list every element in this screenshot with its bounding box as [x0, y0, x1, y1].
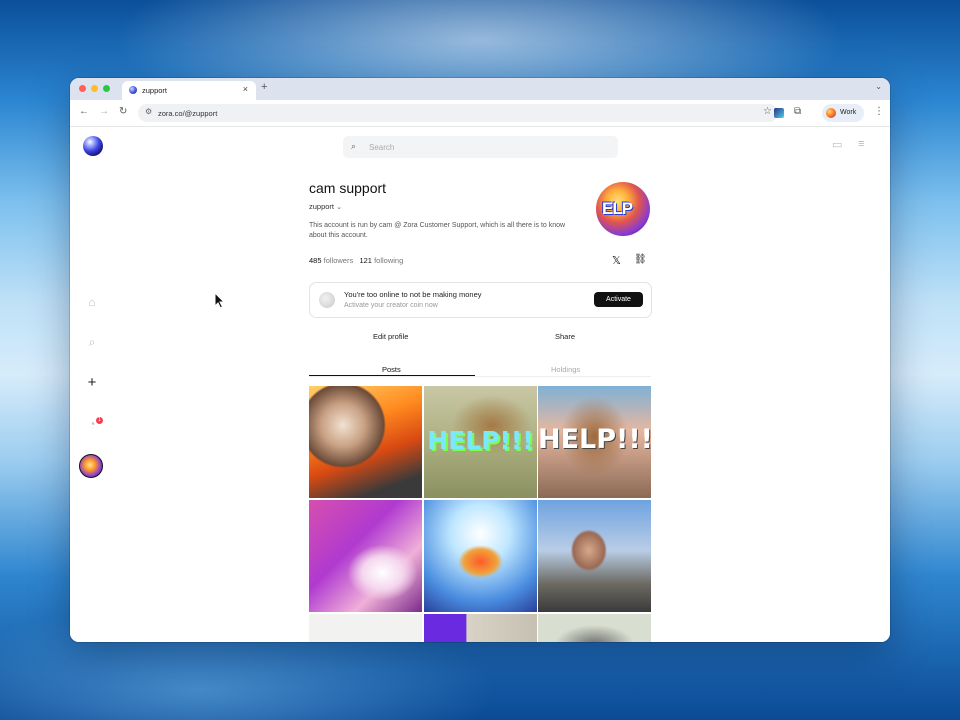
browser-menu-icon[interactable]: ⋮ [874, 106, 884, 117]
following-label[interactable]: following [374, 256, 403, 265]
creator-coin-promo: You're too online to not be making money… [309, 282, 652, 318]
edit-profile-button[interactable]: Edit profile [373, 332, 408, 341]
browser-toolbar: ← → ↻ ⚙ zora.co/@zupport ☆ ⧉ Work ⋮ [70, 100, 890, 127]
x-twitter-icon[interactable]: 𝕏 [612, 254, 621, 267]
search-placeholder: Search [369, 143, 395, 152]
zoom-window-button[interactable] [103, 85, 110, 92]
search-input[interactable]: ⌕ Search [343, 136, 618, 158]
post-partial-3[interactable] [538, 614, 651, 642]
profile-handle[interactable]: zupport ⌄ [309, 202, 342, 211]
zora-favicon-icon [129, 86, 137, 94]
bookmark-star-icon[interactable]: ☆ [763, 106, 772, 117]
link-icon[interactable]: ⛓ [634, 254, 647, 265]
followers-label[interactable]: followers [324, 256, 354, 265]
browser-tab[interactable]: zupport × [122, 81, 256, 100]
tab-title: zupport [142, 86, 168, 95]
notification-badge: 1 [96, 417, 103, 424]
chevron-down-icon: ⌄ [336, 204, 342, 211]
activate-button[interactable]: Activate [594, 292, 643, 307]
url-text: zora.co/@zupport [158, 109, 218, 118]
post-butterfly[interactable] [424, 500, 537, 612]
hamburger-menu-icon[interactable]: ≡ [858, 138, 864, 150]
post-partial-1[interactable] [309, 614, 422, 642]
new-tab-button[interactable]: + [261, 81, 267, 93]
zora-logo-icon[interactable] [83, 136, 103, 156]
followers-count[interactable]: 485 [309, 256, 322, 265]
coin-icon [319, 292, 335, 308]
profile-button[interactable]: Work [822, 104, 864, 122]
tab-strip: zupport × + ⌄ [70, 78, 890, 100]
profile-tabs: Posts Holdings [309, 358, 651, 377]
back-arrow-icon[interactable]: ← [79, 106, 89, 117]
follow-stats: 485 followers 121 following [309, 256, 403, 265]
promo-title: You're too online to not be making money [344, 290, 482, 299]
home-icon[interactable]: ⌂ [82, 292, 102, 312]
tab-holdings[interactable]: Holdings [551, 365, 580, 374]
post-capybara-help-2[interactable]: HELP!!! [538, 386, 651, 498]
wallet-icon[interactable]: ▭ [832, 138, 842, 151]
post-capybara-help-1[interactable]: HELP!!! [424, 386, 537, 498]
post-pink-abstract[interactable] [309, 500, 422, 612]
reload-icon[interactable]: ↻ [119, 106, 127, 117]
promo-subtitle: Activate your creator coin now [344, 302, 438, 309]
following-count[interactable]: 121 [359, 256, 372, 265]
extension-icon[interactable] [774, 108, 784, 118]
post-overlay-text: HELP!!! [538, 424, 651, 455]
address-bar[interactable]: ⚙ zora.co/@zupport ☆ [138, 104, 778, 122]
profile-avatar: ELP [596, 182, 650, 236]
create-plus-icon[interactable]: + [82, 373, 102, 393]
extensions-puzzle-icon[interactable]: ⧉ [794, 106, 801, 117]
post-partial-2[interactable] [424, 614, 537, 642]
search-icon: ⌕ [351, 141, 357, 151]
post-man-fire[interactable] [309, 386, 422, 498]
active-tab-underline [309, 375, 475, 376]
profile-avatar-nav[interactable] [79, 454, 103, 478]
profile-avatar-icon [826, 108, 836, 118]
explore-search-icon[interactable]: ⌕ [82, 332, 102, 352]
minimize-window-button[interactable] [91, 85, 98, 92]
profile-bio: This account is run by cam @ Zora Custom… [309, 222, 566, 239]
tab-search-chevron-icon[interactable]: ⌄ [875, 82, 882, 91]
close-window-button[interactable] [79, 85, 86, 92]
forward-arrow-icon[interactable]: → [99, 106, 109, 117]
profile-handle-text: zupport [309, 202, 335, 211]
post-overlay-text: HELP!!! [427, 426, 534, 455]
post-man-suit-help[interactable] [538, 500, 651, 612]
share-button[interactable]: Share [555, 332, 575, 341]
mouse-cursor-icon [214, 292, 226, 309]
avatar-text: ELP [602, 199, 633, 218]
zora-page: ⌕ Search ▭ ≡ ⌂ ⌕ + ◔ 1 cam support zuppo… [70, 127, 890, 642]
profile-name: cam support [309, 180, 387, 196]
tab-close-icon[interactable]: × [243, 84, 248, 94]
profile-label: Work [840, 109, 857, 116]
site-info-icon[interactable]: ⚙ [145, 107, 152, 116]
tab-posts[interactable]: Posts [382, 365, 401, 374]
browser-window: zupport × + ⌄ ← → ↻ ⚙ zora.co/@zupport ☆… [70, 78, 890, 642]
